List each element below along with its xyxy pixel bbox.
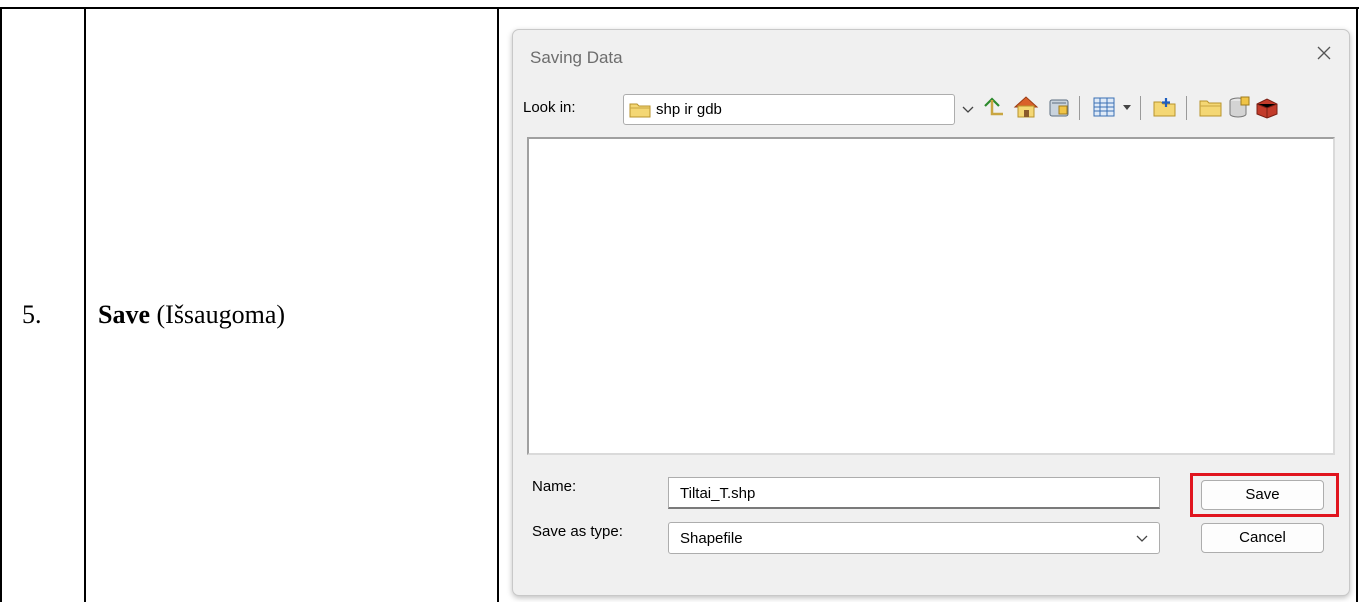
view-menu-icon[interactable]	[1091, 94, 1117, 120]
save-as-type-label: Save as type:	[532, 523, 623, 540]
toolbar-separator	[1186, 96, 1187, 120]
save-as-type-dropdown[interactable]: Shapefile	[668, 522, 1160, 554]
toolbar-separator	[1079, 96, 1080, 120]
look-in-dropdown[interactable]: shp ir gdb	[623, 94, 955, 125]
name-input[interactable]: Tiltai_T.shp	[668, 477, 1160, 509]
step-number: 5.	[22, 300, 42, 329]
new-geodatabase-icon[interactable]	[1226, 94, 1252, 120]
table-left-border	[0, 7, 2, 602]
table-right-border	[1356, 7, 1358, 602]
look-in-value: shp ir gdb	[656, 101, 722, 118]
table-column-divider-1	[84, 7, 86, 602]
step-translation: (Išsaugoma)	[150, 300, 286, 329]
step-description: Save (Išsaugoma)	[98, 300, 285, 330]
folder-icon	[629, 103, 651, 118]
save-button[interactable]: Save	[1201, 480, 1324, 510]
toolbox-icon[interactable]	[1254, 94, 1280, 120]
step-action: Save	[98, 300, 150, 329]
chevron-down-icon[interactable]	[961, 105, 975, 115]
cancel-button[interactable]: Cancel	[1201, 523, 1324, 553]
look-in-label: Look in:	[523, 99, 576, 116]
chevron-down-icon	[1136, 535, 1148, 542]
catalog-icon[interactable]	[1046, 94, 1072, 120]
save-as-type-value: Shapefile	[680, 530, 743, 547]
new-folder-icon[interactable]	[1198, 94, 1224, 120]
table-top-border	[0, 7, 1359, 9]
file-list[interactable]	[527, 137, 1335, 455]
connect-folder-icon[interactable]	[1152, 94, 1178, 120]
saving-data-dialog: Saving Data Look in: shp ir gdb Name: Ti…	[512, 29, 1350, 596]
close-icon[interactable]	[1313, 42, 1335, 64]
name-value: Tiltai_T.shp	[680, 485, 756, 502]
toolbar-separator	[1140, 96, 1141, 120]
view-dropdown-icon[interactable]	[1122, 103, 1132, 111]
home-icon[interactable]	[1013, 94, 1039, 120]
dialog-title: Saving Data	[530, 48, 623, 67]
name-label: Name:	[532, 478, 577, 495]
table-column-divider-2	[497, 7, 499, 602]
up-one-level-icon[interactable]	[981, 94, 1007, 120]
